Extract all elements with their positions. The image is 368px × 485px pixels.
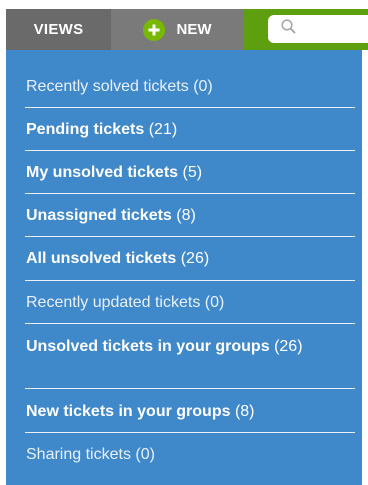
view-name: Sharing tickets [26, 446, 131, 463]
view-name: Recently updated tickets [26, 294, 201, 311]
divider [25, 388, 355, 389]
view-item-recently-updated[interactable]: Recently updated tickets (0) [26, 292, 355, 313]
view-item-unassigned[interactable]: Unassigned tickets (8) [26, 205, 355, 226]
view-name: Pending tickets [26, 121, 145, 138]
divider [25, 280, 355, 281]
view-name: Unassigned tickets [26, 207, 172, 224]
views-tab-label: VIEWS [33, 21, 84, 38]
view-count: (0) [204, 294, 225, 311]
view-item-recently-solved[interactable]: Recently solved tickets (0) [26, 76, 355, 97]
view-count: (21) [148, 121, 178, 138]
view-item-my-unsolved[interactable]: My unsolved tickets (5) [26, 162, 355, 183]
plus-circle-icon [142, 18, 165, 41]
new-ticket-button[interactable]: NEW [111, 9, 243, 50]
view-count: (5) [182, 164, 203, 181]
view-item-pending[interactable]: Pending tickets (21) [26, 119, 355, 140]
view-item-sharing[interactable]: Sharing tickets (0) [26, 444, 355, 465]
divider [25, 236, 355, 237]
view-item-new-in-groups[interactable]: New tickets in your groups (8) [26, 401, 355, 422]
new-button-label: NEW [176, 21, 212, 38]
divider [25, 150, 355, 151]
view-count: (0) [193, 78, 213, 95]
view-name: Recently solved tickets [26, 78, 189, 95]
view-name: All unsolved tickets [26, 250, 177, 267]
view-name: New tickets in your groups [26, 403, 231, 420]
divider [25, 323, 355, 324]
view-count: (8) [234, 403, 255, 420]
divider [25, 193, 355, 194]
view-name: Unsolved tickets in your groups [26, 338, 270, 355]
views-dropdown-panel: Recently solved tickets (0) Pending tick… [6, 50, 362, 485]
view-name: My unsolved tickets [26, 164, 179, 181]
view-count: (26) [180, 250, 210, 267]
view-count: (0) [135, 446, 155, 463]
search-input[interactable] [268, 15, 368, 43]
view-item-unsolved-in-groups[interactable]: Unsolved tickets in your groups (26) [26, 336, 355, 357]
views-tab[interactable]: VIEWS [6, 9, 111, 50]
top-toolbar: VIEWS NEW [6, 9, 368, 50]
divider [25, 107, 355, 108]
magnifier-icon [280, 18, 298, 41]
divider [25, 432, 355, 433]
view-count: (26) [274, 338, 303, 355]
view-item-all-unsolved[interactable]: All unsolved tickets (26) [26, 248, 355, 269]
view-count: (8) [176, 207, 196, 224]
